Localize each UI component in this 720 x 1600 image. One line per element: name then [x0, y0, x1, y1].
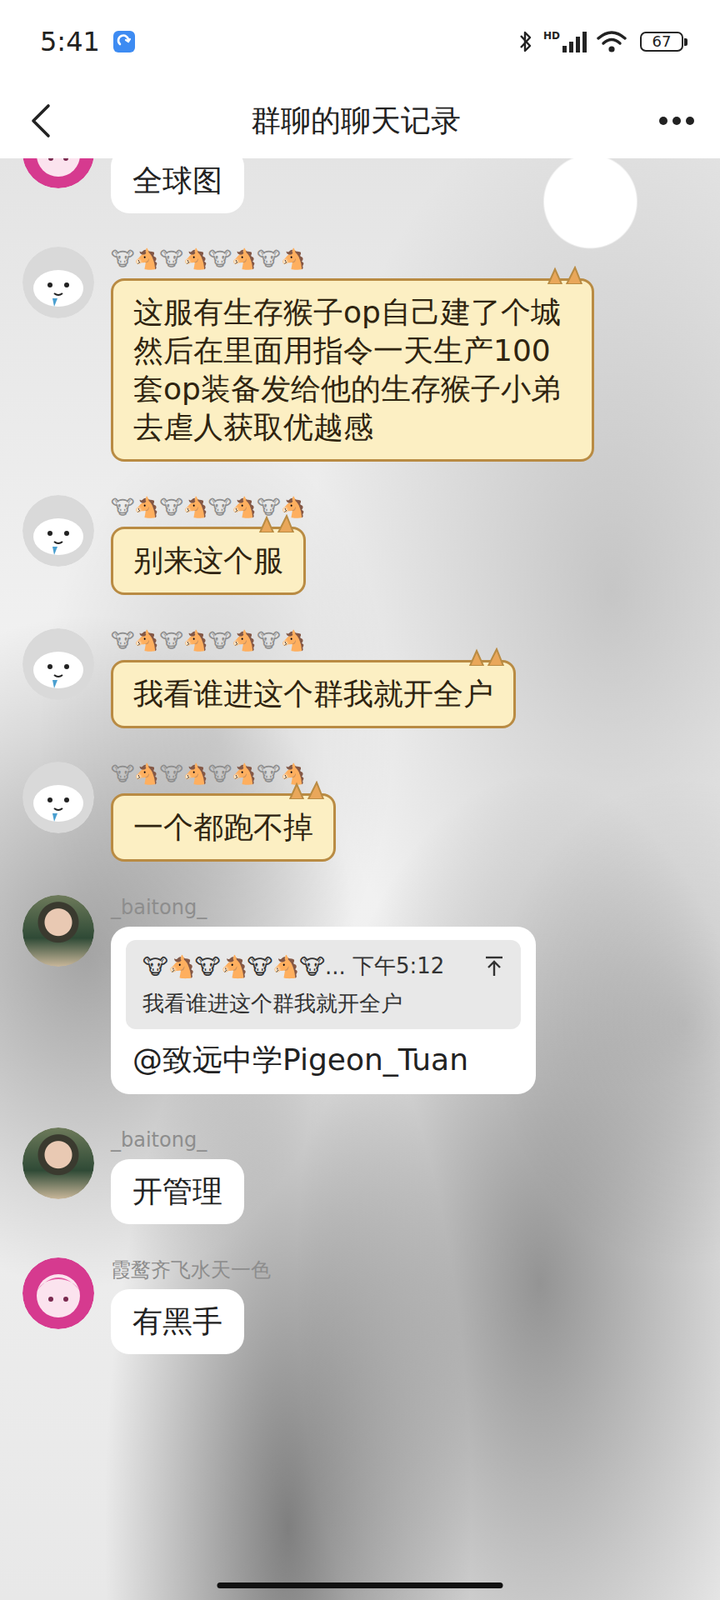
- message-body: _baitong_ 开管理: [110, 1127, 245, 1225]
- sender-name: 🐮🐴🐮🐴🐮🐴🐮🐴: [110, 495, 306, 520]
- seal-avatar-icon: [22, 246, 95, 319]
- avatar[interactable]: [22, 158, 95, 189]
- message-row: _baitong_ 🐮🐴🐮🐴🐮🐴🐮...下午5:12 我看谁进这个群我就开全户 @致远…: [22, 895, 700, 1095]
- clock: 5:41: [40, 25, 100, 58]
- title-bar: 群聊的聊天记录: [0, 83, 720, 159]
- avatar[interactable]: [22, 628, 95, 700]
- more-options-icon[interactable]: [658, 115, 695, 126]
- jump-to-message-icon[interactable]: [450, 955, 505, 978]
- message-text: 全球图: [132, 161, 223, 200]
- quoted-message[interactable]: 🐮🐴🐮🐴🐮🐴🐮...下午5:12 我看谁进这个群我就开全户: [125, 940, 521, 1030]
- message-bubble[interactable]: 全球图: [110, 158, 245, 214]
- back-arrow-icon[interactable]: [28, 102, 54, 140]
- network-label: HD: [543, 30, 560, 41]
- message-text: 我看谁进这个群我就开全户: [133, 675, 494, 714]
- screen: 5:41 HD 67 群聊的聊天记录全球图 🐮🐴🐮🐴🐮🐴🐮🐴 这服有生存猴子op自己建了个…: [0, 0, 720, 1600]
- battery-indicator: 67: [640, 31, 684, 52]
- chat-history[interactable]: 全球图 🐮🐴🐮🐴🐮🐴🐮🐴 这服有生存猴子op自己建了个城然后在里面用指令一天生产10…: [0, 158, 720, 1600]
- message-text: 有黑手: [132, 1302, 223, 1341]
- seal-avatar-icon: [22, 495, 95, 567]
- page-title: 群聊的聊天记录: [250, 100, 461, 142]
- sender-name: _baitong_: [110, 895, 536, 920]
- message-bubble[interactable]: 🐮🐴🐮🐴🐮🐴🐮...下午5:12 我看谁进这个群我就开全户 @致远中学Pigeon_…: [110, 926, 536, 1095]
- app-notification-icon: [113, 30, 135, 53]
- avatar[interactable]: [22, 495, 95, 567]
- sender-name: 霞鹜齐飞水天一色: [110, 1257, 271, 1283]
- bluetooth-icon: [518, 29, 534, 55]
- message-text: 别来这个服: [133, 541, 284, 580]
- quote-text: 我看谁进这个群我就开全户: [142, 989, 505, 1018]
- message-body: 霞鹜齐飞水天一色有黑手: [110, 1257, 271, 1355]
- message-row: 全球图: [22, 158, 700, 214]
- message-row: 🐮🐴🐮🐴🐮🐴🐮🐴 我看谁进这个群我就开全户: [22, 628, 700, 729]
- message-text: 这服有生存猴子op自己建了个城然后在里面用指令一天生产100套op装备发给他的生…: [133, 293, 572, 447]
- avatar[interactable]: [22, 761, 95, 834]
- photo-avatar: [22, 895, 95, 967]
- message-bubble[interactable]: 开管理: [110, 1159, 245, 1225]
- pink-avatar-icon: [22, 158, 95, 189]
- cellular-signal: HD: [543, 30, 587, 53]
- cat-ears-icon: [256, 514, 297, 533]
- message-bubble[interactable]: 这服有生存猴子op自己建了个城然后在里面用指令一天生产100套op装备发给他的生…: [110, 278, 595, 462]
- seal-avatar-icon: [22, 628, 95, 700]
- message-bubble[interactable]: 别来这个服: [110, 526, 306, 595]
- message-bubble[interactable]: 一个都跑不掉: [110, 793, 336, 862]
- message-body: 全球图: [110, 158, 245, 214]
- message-bubble[interactable]: 我看谁进这个群我就开全户: [110, 660, 516, 729]
- signal-icon: [561, 30, 587, 53]
- cat-ears-icon: [545, 265, 585, 285]
- message-body: _baitong_ 🐮🐴🐮🐴🐮🐴🐮...下午5:12 我看谁进这个群我就开全户 @致远…: [110, 895, 536, 1095]
- message-row: 🐮🐴🐮🐴🐮🐴🐮🐴 一个都跑不掉: [22, 761, 700, 862]
- message-bubble[interactable]: 有黑手: [110, 1289, 245, 1355]
- avatar[interactable]: [22, 895, 95, 967]
- status-bar: 5:41 HD 67: [0, 0, 720, 84]
- sender-name: _baitong_: [110, 1127, 245, 1153]
- message-row: 霞鹜齐飞水天一色有黑手: [22, 1257, 700, 1355]
- avatar[interactable]: [22, 1257, 95, 1330]
- sender-name: 🐮🐴🐮🐴🐮🐴🐮🐴: [110, 628, 516, 654]
- quote-time: 下午5:12: [352, 951, 445, 981]
- sender-name: 🐮🐴🐮🐴🐮🐴🐮🐴: [110, 246, 595, 272]
- message-list: 全球图 🐮🐴🐮🐴🐮🐴🐮🐴 这服有生存猴子op自己建了个城然后在里面用指令一天生产10…: [0, 158, 720, 1355]
- message-row: 🐮🐴🐮🐴🐮🐴🐮🐴 这服有生存猴子op自己建了个城然后在里面用指令一天生产100套o…: [22, 246, 700, 462]
- avatar[interactable]: [22, 246, 95, 319]
- wifi-icon: [596, 30, 627, 54]
- cat-ears-icon: [286, 780, 327, 800]
- sender-name: 🐮🐴🐮🐴🐮🐴🐮🐴: [110, 761, 336, 787]
- message-body: 🐮🐴🐮🐴🐮🐴🐮🐴 别来这个服: [110, 495, 306, 595]
- pink-avatar-icon: [22, 1257, 95, 1330]
- message-body: 🐮🐴🐮🐴🐮🐴🐮🐴 一个都跑不掉: [110, 761, 336, 862]
- quote-sender: 🐮🐴🐮🐴🐮🐴🐮...: [142, 954, 346, 980]
- message-text: @致远中学Pigeon_Tuan: [125, 1029, 521, 1080]
- message-body: 🐮🐴🐮🐴🐮🐴🐮🐴 这服有生存猴子op自己建了个城然后在里面用指令一天生产100套o…: [110, 246, 595, 462]
- message-text: 一个都跑不掉: [133, 808, 314, 847]
- message-body: 🐮🐴🐮🐴🐮🐴🐮🐴 我看谁进这个群我就开全户: [110, 628, 516, 729]
- photo-avatar: [22, 1127, 95, 1200]
- avatar[interactable]: [22, 1127, 95, 1200]
- cat-ears-icon: [466, 647, 507, 666]
- seal-avatar-icon: [22, 761, 95, 834]
- home-indicator[interactable]: [217, 1582, 504, 1589]
- message-row: 🐮🐴🐮🐴🐮🐴🐮🐴 别来这个服: [22, 495, 700, 595]
- message-text: 开管理: [132, 1172, 223, 1211]
- message-row: _baitong_ 开管理: [22, 1127, 700, 1225]
